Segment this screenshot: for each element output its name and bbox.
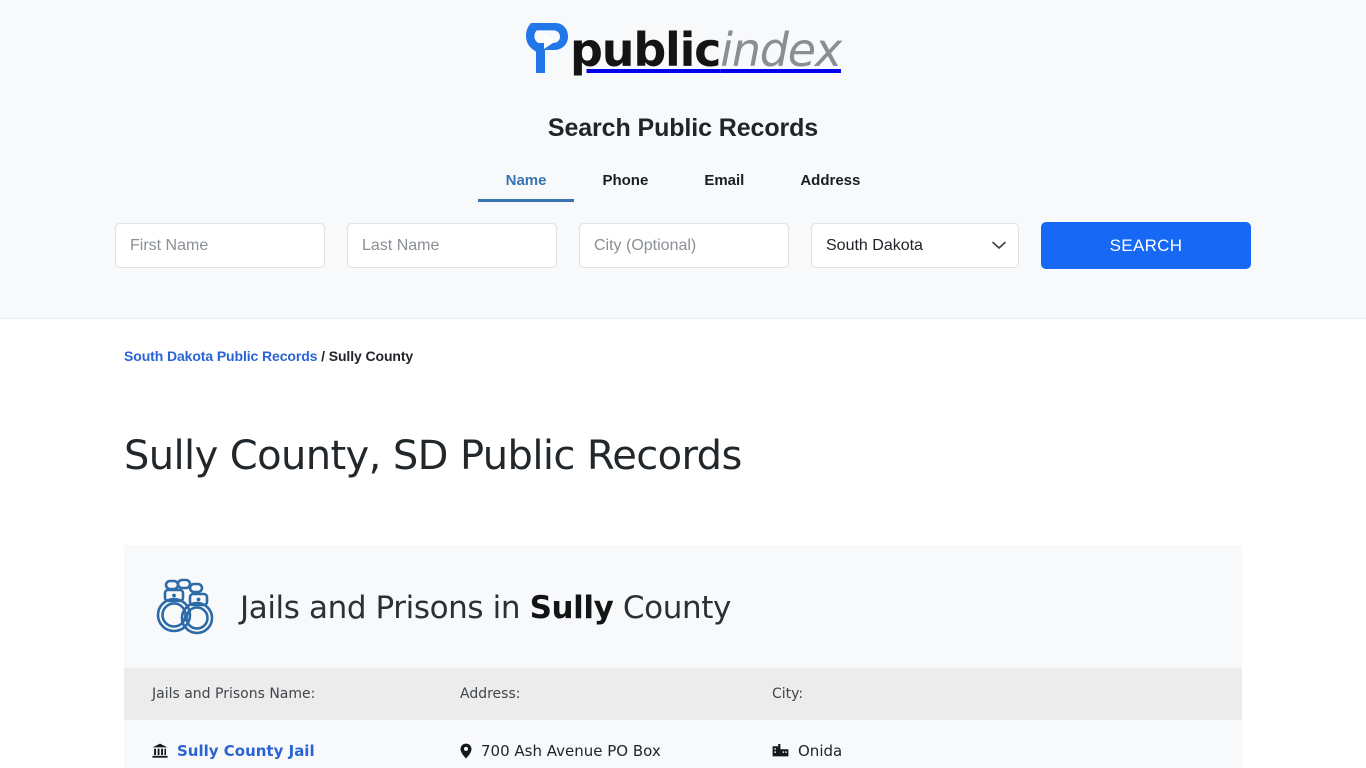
page-title: Sully County, SD Public Records	[124, 433, 742, 479]
search-form: South Dakota SEARCH	[0, 222, 1366, 269]
column-header-address: Address:	[460, 686, 521, 702]
tab-name[interactable]: Name	[477, 166, 575, 202]
first-name-input[interactable]	[115, 223, 325, 268]
map-pin-icon	[460, 743, 472, 763]
jails-card-header: Jails and Prisons in Sully County	[124, 545, 1242, 668]
content-container: South Dakota Public Records / Sully Coun…	[124, 319, 1242, 768]
jails-table-head: Jails and Prisons Name: Address: City:	[124, 668, 1242, 720]
column-header-name: Jails and Prisons Name:	[152, 686, 316, 702]
cell-jail-name: Sully County Jail	[124, 720, 460, 768]
jails-and-prisons-card: Jails and Prisons in Sully County Jails …	[124, 545, 1242, 768]
jails-table-body: Sully County Jail 700 Ash Avenue PO Box …	[124, 720, 1242, 768]
handcuffs-icon	[152, 574, 218, 641]
jail-address-text: 700 Ash Avenue PO Box	[481, 742, 661, 760]
breadcrumb: South Dakota Public Records / Sully Coun…	[124, 319, 1242, 364]
search-type-tabs: Name Phone Email Address	[0, 166, 1366, 202]
state-select-wrap: South Dakota	[811, 223, 1019, 268]
table-row: Sully County Jail 700 Ash Avenue PO Box …	[124, 720, 1242, 768]
city-building-icon	[772, 743, 789, 761]
jails-title-prefix: Jails and Prisons in	[240, 589, 521, 626]
jails-table-header-row: Jails and Prisons Name: Address: City:	[124, 668, 1242, 720]
courthouse-icon	[152, 743, 168, 762]
tab-address[interactable]: Address	[772, 166, 888, 202]
breadcrumb-parent-link[interactable]: South Dakota Public Records	[124, 348, 317, 364]
jails-title-suffix: County	[622, 589, 731, 626]
jails-title-county: Sully	[529, 589, 614, 626]
breadcrumb-separator: /	[321, 348, 325, 364]
jails-table: Jails and Prisons Name: Address: City: S…	[124, 668, 1242, 768]
main-content: South Dakota Public Records / Sully Coun…	[0, 319, 1366, 768]
tab-phone[interactable]: Phone	[574, 166, 676, 202]
jails-card-title: Jails and Prisons in Sully County	[240, 590, 731, 626]
jail-city-text: Onida	[798, 742, 843, 760]
last-name-input[interactable]	[347, 223, 557, 268]
search-header: public index Search Public Records Name P…	[0, 0, 1366, 319]
tab-email[interactable]: Email	[676, 166, 772, 202]
logo-p-mark-icon	[525, 21, 569, 79]
cell-jail-address: 700 Ash Avenue PO Box	[460, 720, 772, 768]
state-select[interactable]: South Dakota	[811, 223, 1019, 268]
search-button[interactable]: SEARCH	[1041, 222, 1251, 269]
logo-text-index: index	[720, 23, 842, 77]
column-header-city: City:	[772, 686, 804, 702]
logo-text-public: public	[570, 23, 721, 77]
breadcrumb-current: Sully County	[328, 348, 414, 364]
jail-name-link[interactable]: Sully County Jail	[177, 742, 315, 761]
logo-wrap: public index	[0, 0, 1366, 73]
cell-jail-city: Onida	[772, 720, 1242, 768]
city-input[interactable]	[579, 223, 789, 268]
site-logo[interactable]: public index	[525, 21, 842, 79]
